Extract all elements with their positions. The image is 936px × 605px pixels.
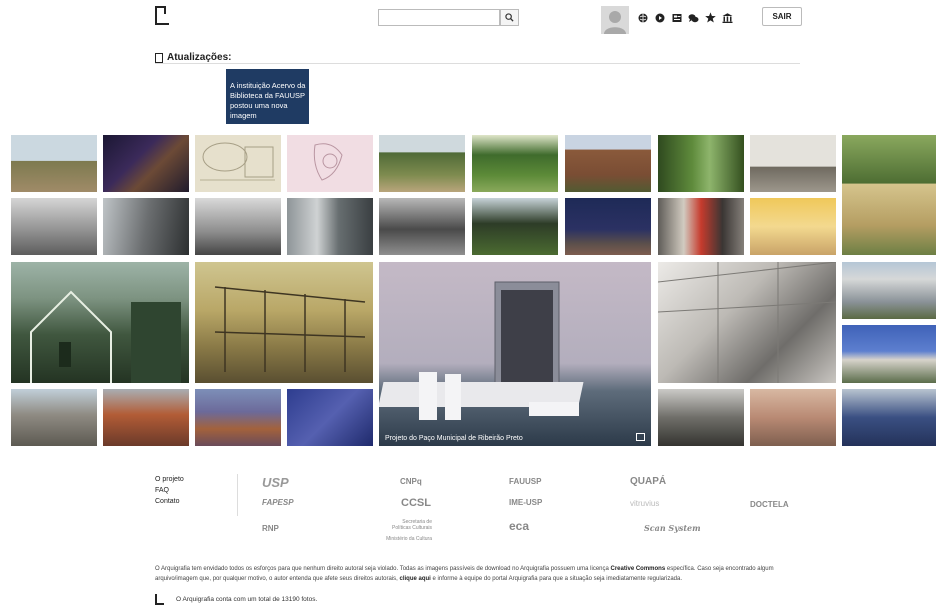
gallery-photo[interactable] bbox=[472, 135, 558, 192]
footer-link-project[interactable]: O projeto bbox=[155, 474, 184, 485]
gallery-photo[interactable] bbox=[195, 135, 281, 192]
updates-divider bbox=[155, 63, 800, 64]
gallery-photo[interactable] bbox=[658, 262, 836, 383]
gallery-photo[interactable] bbox=[195, 262, 373, 383]
gallery-photo[interactable] bbox=[379, 198, 465, 255]
gallery-photo[interactable] bbox=[11, 198, 97, 255]
search-button[interactable] bbox=[500, 9, 519, 26]
notice-text-end: e informe à equipe do portal Arquigrafia… bbox=[432, 576, 683, 582]
copyright-notice: O Arquigrafia tem envidado todos os esfo… bbox=[155, 564, 800, 584]
gallery-photo[interactable] bbox=[11, 135, 97, 192]
gallery-photo[interactable] bbox=[287, 198, 373, 255]
partner-vitruvius[interactable]: vitruvius bbox=[630, 499, 659, 508]
gallery-photo[interactable] bbox=[842, 135, 936, 255]
gallery-photo[interactable] bbox=[195, 389, 281, 446]
gallery-photo[interactable] bbox=[195, 198, 281, 255]
partner-doctela[interactable]: DOCTELA bbox=[750, 500, 789, 509]
partner-ministerio-cultura[interactable]: Ministério da Cultura bbox=[386, 536, 432, 542]
gallery-photo[interactable] bbox=[658, 198, 744, 255]
photo-total: O Arquigrafia conta com um total de 1319… bbox=[176, 596, 318, 603]
footer-logo bbox=[155, 594, 164, 605]
partner-fauusp[interactable]: FAUUSP bbox=[509, 477, 541, 486]
footer-link-faq[interactable]: FAQ bbox=[155, 485, 184, 496]
gallery-photo[interactable] bbox=[750, 198, 836, 255]
updates-icon bbox=[155, 52, 163, 63]
footer-link-contact[interactable]: Contato bbox=[155, 496, 184, 507]
footer-links: O projeto FAQ Contato bbox=[155, 474, 184, 507]
featured-photo[interactable]: Projeto do Paço Municipal de Ribeirão Pr… bbox=[379, 262, 651, 446]
partner-politicas-culturais[interactable]: Secretaria de Políticas Culturais bbox=[386, 519, 432, 531]
user-avatar[interactable] bbox=[601, 6, 629, 34]
play-circle-icon[interactable] bbox=[654, 12, 665, 23]
gallery-photo[interactable] bbox=[287, 389, 373, 446]
partner-ccsl[interactable]: CCSL bbox=[401, 497, 431, 509]
gallery-photo[interactable] bbox=[565, 135, 651, 192]
gallery-photo[interactable] bbox=[750, 389, 836, 446]
gallery-photo[interactable] bbox=[658, 135, 744, 192]
institution-icon[interactable] bbox=[722, 12, 733, 23]
partner-usp[interactable]: USP bbox=[262, 475, 289, 490]
star-icon[interactable] bbox=[705, 12, 716, 23]
partner-ime-usp[interactable]: IME-USP bbox=[509, 498, 542, 507]
gallery-photo[interactable] bbox=[658, 389, 744, 446]
update-card-text: A instituição Acervo da Biblioteca da FA… bbox=[230, 81, 306, 120]
user-toolbar bbox=[637, 12, 733, 23]
notice-text: O Arquigrafia tem envidado todos os esfo… bbox=[155, 566, 609, 572]
footer-divider bbox=[237, 474, 238, 516]
creative-commons-link[interactable]: Creative Commons bbox=[611, 566, 666, 572]
partner-eca[interactable]: eca bbox=[509, 519, 529, 533]
arquigrafia-logo[interactable] bbox=[155, 6, 169, 25]
partner-cnpq[interactable]: CNPq bbox=[400, 477, 422, 486]
featured-photo-caption: Projeto do Paço Municipal de Ribeirão Pr… bbox=[385, 435, 523, 442]
chat-icon[interactable] bbox=[688, 12, 699, 23]
updates-heading: Atualizações: bbox=[155, 52, 231, 63]
gallery-photo[interactable] bbox=[103, 198, 189, 255]
globe-icon[interactable] bbox=[637, 12, 648, 23]
gallery-photo[interactable] bbox=[565, 198, 651, 255]
gallery-photo[interactable] bbox=[472, 198, 558, 255]
search-input[interactable] bbox=[378, 9, 500, 26]
gallery-photo[interactable] bbox=[842, 389, 936, 446]
logout-button[interactable]: SAIR bbox=[762, 7, 802, 26]
partner-fapesp[interactable]: FAPESP bbox=[262, 498, 294, 507]
gallery-photo[interactable] bbox=[103, 135, 189, 192]
expand-icon[interactable] bbox=[636, 433, 645, 441]
updates-title: Atualizações: bbox=[167, 52, 232, 63]
gallery-photo[interactable] bbox=[379, 135, 465, 192]
partner-quapa[interactable]: QUAPÁ bbox=[630, 476, 666, 487]
gallery-photo[interactable] bbox=[11, 262, 189, 383]
partner-rnp[interactable]: RNP bbox=[262, 524, 279, 533]
gallery-photo[interactable] bbox=[11, 389, 97, 446]
update-card[interactable]: A instituição Acervo da Biblioteca da FA… bbox=[226, 69, 309, 124]
report-link[interactable]: clique aqui bbox=[400, 576, 431, 582]
gallery-photo[interactable] bbox=[842, 262, 936, 319]
gallery-photo[interactable] bbox=[842, 325, 936, 383]
photo-list-icon[interactable] bbox=[671, 12, 682, 23]
gallery-photo[interactable] bbox=[750, 135, 836, 192]
gallery-photo[interactable] bbox=[287, 135, 373, 192]
search-icon bbox=[505, 13, 514, 22]
partner-scan-system[interactable]: Scan System bbox=[644, 523, 701, 533]
gallery-photo[interactable] bbox=[103, 389, 189, 446]
